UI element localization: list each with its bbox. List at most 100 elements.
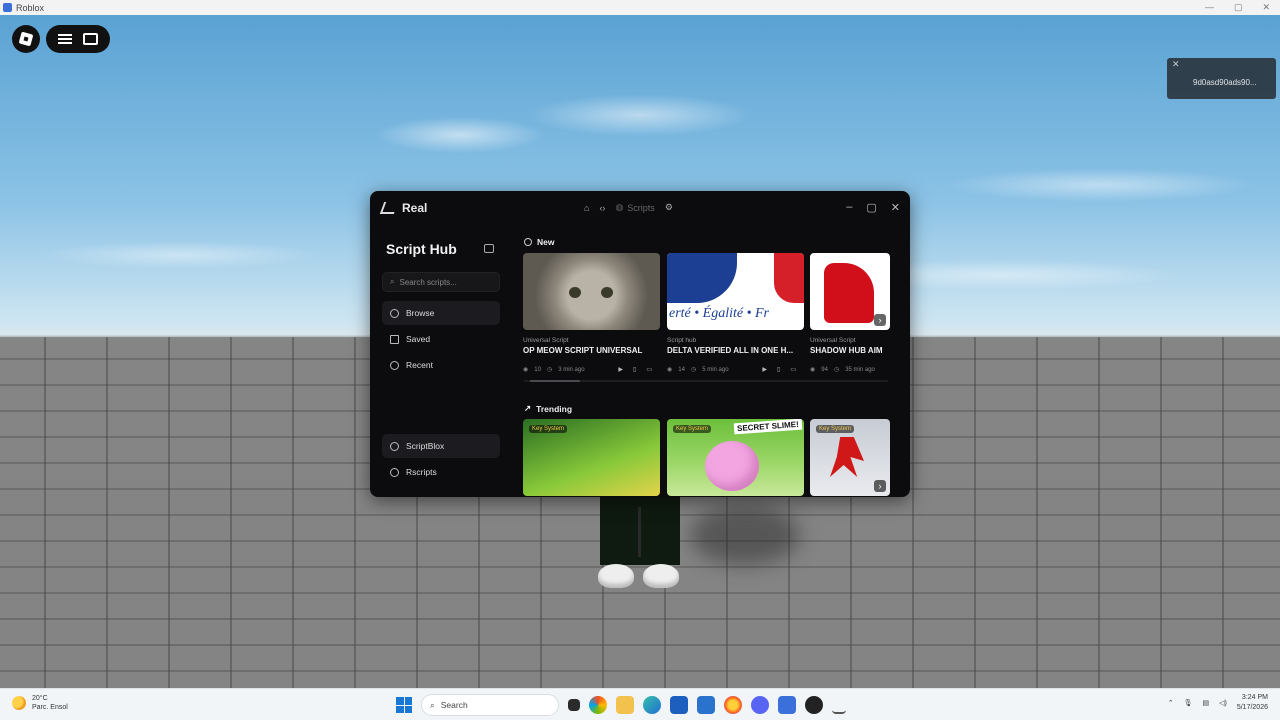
clock-time: 3:24 PM bbox=[1241, 694, 1268, 701]
maximize-icon[interactable]: ▢ bbox=[866, 201, 876, 214]
settings-icon[interactable]: ⚙ bbox=[665, 202, 673, 213]
sidebar-item-browse[interactable]: Browse bbox=[382, 301, 500, 325]
clock-icon bbox=[524, 238, 532, 246]
script-thumbnail bbox=[523, 253, 660, 330]
red-chair-shape bbox=[824, 263, 874, 323]
script-title: OP MEOW SCRIPT UNIVERSAL bbox=[523, 346, 643, 355]
script-card[interactable]: Universal Script OP MEOW SCRIPT UNIVERSA… bbox=[523, 253, 660, 373]
search-placeholder: Search scripts... bbox=[399, 277, 457, 287]
home-icon[interactable]: ⌂ bbox=[584, 203, 589, 213]
flag-red-shape bbox=[774, 253, 804, 303]
toast-message: 9d0asd90ads90... bbox=[1193, 78, 1257, 87]
bookmark-icon[interactable]: ▯ bbox=[777, 366, 780, 373]
taskbar-search[interactable]: ⌕ Search bbox=[421, 694, 559, 716]
script-type: Script hub bbox=[667, 337, 697, 344]
script-thumbnail: Key System › bbox=[810, 419, 890, 496]
trending-icon: ↗ bbox=[524, 403, 532, 413]
close-icon[interactable]: ✕ bbox=[891, 201, 900, 214]
roblox-app-icon bbox=[3, 3, 12, 12]
task-view-icon[interactable] bbox=[568, 699, 580, 711]
folder-icon[interactable]: ▭ bbox=[790, 366, 796, 373]
sidebar-source-label: ScriptBlox bbox=[406, 441, 445, 451]
rscripts-icon bbox=[390, 467, 399, 477]
active-app-icon[interactable] bbox=[832, 696, 846, 714]
file-explorer-icon[interactable] bbox=[616, 696, 634, 714]
minimize-icon[interactable]: — bbox=[1205, 0, 1214, 15]
firefox-icon[interactable] bbox=[724, 696, 742, 714]
script-card[interactable]: Key System › bbox=[810, 419, 890, 496]
section-new-heading: New bbox=[524, 237, 554, 247]
network-icon[interactable]: ▤ bbox=[1203, 699, 1210, 707]
sidebar-source-label: Rscripts bbox=[406, 467, 437, 477]
eye-icon: ◉ bbox=[810, 367, 816, 373]
eye-icon: ◉ bbox=[523, 367, 529, 373]
code-icon[interactable]: ‹› bbox=[599, 203, 605, 213]
clock-icon: ◷ bbox=[690, 367, 697, 373]
hub-sidebar: Script Hub ⌕ Search scripts... Browse Sa… bbox=[370, 226, 510, 497]
script-views: 94 bbox=[821, 366, 828, 373]
maximize-icon[interactable]: ▢ bbox=[1234, 0, 1243, 15]
discord-icon[interactable] bbox=[751, 696, 769, 714]
hub-header: Real ⌂ ‹› ◍ Scripts ⚙ – ▢ ✕ bbox=[370, 191, 910, 226]
scrollbar-thumb[interactable] bbox=[530, 380, 580, 382]
key-system-badge: Key System bbox=[673, 425, 712, 433]
close-icon[interactable]: ✕ bbox=[1262, 0, 1270, 15]
taskbar-clock[interactable]: 3:24 PM 5/17/2026 bbox=[1237, 693, 1268, 713]
outlook-icon[interactable] bbox=[697, 696, 715, 714]
script-views: 10 bbox=[534, 366, 541, 373]
chevron-right-icon[interactable]: › bbox=[874, 314, 886, 326]
roblox-menu-button[interactable] bbox=[12, 25, 40, 53]
script-thumbnail: erté • Égalité • Fr bbox=[667, 253, 804, 330]
sidebar-collapse-icon[interactable] bbox=[484, 244, 494, 253]
window-titlebar: Roblox — ▢ ✕ bbox=[0, 0, 1280, 15]
sidebar-item-saved[interactable]: Saved bbox=[382, 327, 500, 351]
minimize-icon[interactable]: – bbox=[846, 201, 852, 214]
clock-icon: ◷ bbox=[546, 367, 553, 373]
chevron-up-icon[interactable]: ⌃ bbox=[1168, 699, 1174, 707]
clock-icon: ◷ bbox=[833, 367, 840, 373]
close-icon[interactable]: ✕ bbox=[1172, 59, 1180, 70]
script-actions: ▶ ▯ ▭ bbox=[618, 366, 652, 373]
roblox-taskbar-icon[interactable] bbox=[778, 696, 796, 714]
script-thumbnail: SECRET SLIME! Key System bbox=[667, 419, 804, 496]
edge-icon[interactable] bbox=[643, 696, 661, 714]
brand-name: Real bbox=[402, 201, 428, 215]
script-card[interactable]: erté • Égalité • Fr Script hub DELTA VER… bbox=[667, 253, 804, 373]
play-icon[interactable]: ▶ bbox=[762, 366, 767, 373]
history-icon bbox=[390, 360, 399, 370]
new-carousel-scrollbar[interactable] bbox=[524, 380, 888, 382]
folder-icon[interactable]: ▭ bbox=[646, 366, 652, 373]
sidebar-item-recent[interactable]: Recent bbox=[382, 353, 500, 377]
weather-condition: Parc. Ensol bbox=[32, 704, 68, 711]
chat-icon[interactable] bbox=[83, 33, 99, 45]
volume-icon[interactable]: ◁) bbox=[1219, 699, 1227, 707]
nav-scripts-label: Scripts bbox=[627, 202, 655, 213]
globe-icon: ◍ bbox=[615, 202, 624, 212]
script-card[interactable]: SECRET SLIME! Key System bbox=[667, 419, 804, 496]
chevron-right-icon[interactable]: › bbox=[874, 480, 886, 492]
script-card[interactable]: › Universal Script SHADOW HUB AIM ◉ 94 ◷… bbox=[810, 253, 890, 373]
roblox-player-icon[interactable] bbox=[805, 696, 823, 714]
bookmark-icon[interactable]: ▯ bbox=[633, 366, 636, 373]
play-icon[interactable]: ▶ bbox=[618, 366, 623, 373]
microphone-icon[interactable]: 🎙︎ bbox=[1184, 699, 1193, 707]
character-left-shoe bbox=[598, 564, 634, 588]
search-icon: ⌕ bbox=[430, 699, 435, 710]
search-input[interactable]: ⌕ Search scripts... bbox=[382, 272, 500, 292]
taskbar-search-label: Search bbox=[440, 700, 468, 710]
weather-widget[interactable]: 20°C Parc. Ensol bbox=[12, 694, 68, 712]
hamburger-icon[interactable] bbox=[57, 34, 72, 44]
store-icon[interactable] bbox=[670, 696, 688, 714]
script-meta: ◉ 10 ◷ 3 min ago ▶ ▯ ▭ bbox=[523, 366, 660, 374]
sidebar-source-rscripts[interactable]: Rscripts bbox=[382, 460, 500, 484]
script-title: SHADOW HUB AIM bbox=[810, 346, 883, 355]
windows-start-icon[interactable] bbox=[396, 697, 412, 713]
sidebar-source-scriptblox[interactable]: ScriptBlox bbox=[382, 434, 500, 458]
script-card[interactable]: Key System bbox=[523, 419, 660, 496]
copilot-icon[interactable] bbox=[589, 696, 607, 714]
cat-eye bbox=[569, 287, 581, 298]
sidebar-title: Script Hub bbox=[386, 241, 457, 257]
red-figure-shape bbox=[830, 437, 864, 477]
nav-scripts-tab[interactable]: ◍ Scripts bbox=[615, 202, 654, 213]
script-thumbnail: › bbox=[810, 253, 890, 330]
